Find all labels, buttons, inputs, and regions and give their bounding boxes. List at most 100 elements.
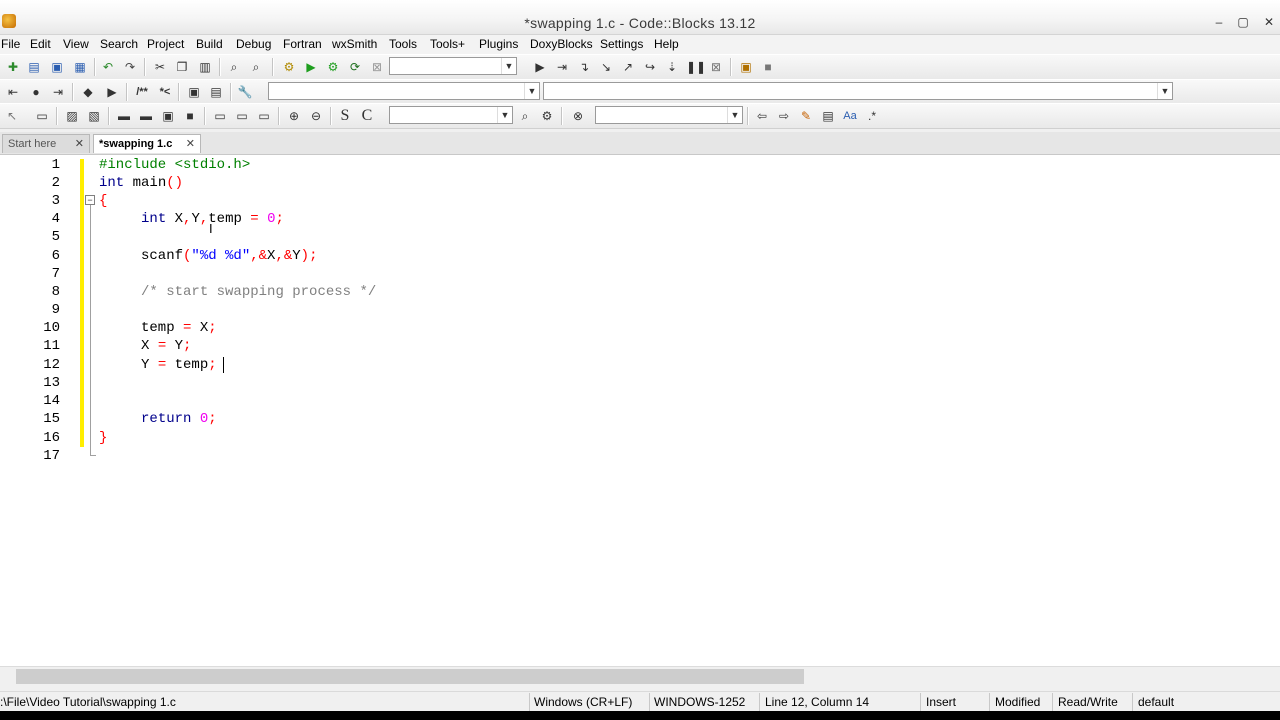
close-icon[interactable]: ✕ [75, 135, 84, 153]
debug-info-icon[interactable]: ■ [760, 59, 776, 75]
next-bookmark-icon[interactable]: ▶ [104, 84, 120, 100]
close-window-button[interactable]: ✕ [1256, 13, 1280, 31]
menu-file[interactable]: File [1, 37, 20, 51]
menu-plugins[interactable]: Plugins [479, 37, 518, 51]
horizontal-scrollbar[interactable] [0, 666, 1280, 687]
tab-swapping-c[interactable]: *swapping 1.c ✕ [93, 134, 201, 153]
s-button[interactable]: S [337, 108, 353, 124]
stop-debug-icon[interactable]: ⊠ [708, 59, 724, 75]
combo-widget-icon[interactable]: ▭ [234, 108, 250, 124]
editor-tab-bar: Start here ✕ *swapping 1.c ✕ [0, 132, 1280, 155]
static-box-icon[interactable]: ▭ [34, 108, 50, 124]
pause-icon[interactable]: ❚❚ [686, 59, 706, 75]
wrench-icon[interactable]: 🔧 [237, 84, 253, 100]
menu-project[interactable]: Project [147, 37, 184, 51]
maximize-button[interactable]: ▢ [1230, 13, 1256, 31]
menu-tools[interactable]: Tools [389, 37, 417, 51]
menu-search[interactable]: Search [100, 37, 138, 51]
button-widget-icon[interactable]: ▬ [116, 108, 132, 124]
doxy-run-icon[interactable]: ▣ [186, 84, 202, 100]
menu-edit[interactable]: Edit [30, 37, 51, 51]
menu-fortran[interactable]: Fortran [283, 37, 322, 51]
next-instruction-icon[interactable]: ↪ [642, 59, 658, 75]
access-mode: Read/Write [1058, 695, 1118, 709]
run-icon[interactable]: ▶ [303, 59, 319, 75]
toolbar-separator [204, 107, 206, 125]
minimize-button[interactable]: – [1206, 13, 1232, 31]
arrow-left-icon[interactable]: ⇦ [754, 108, 770, 124]
scrollbar-thumb[interactable] [16, 669, 804, 684]
zoom-out-icon[interactable]: ⊖ [308, 108, 324, 124]
bookmark-icon[interactable]: ● [28, 84, 44, 100]
arrow-right-icon[interactable]: ⇨ [776, 108, 792, 124]
run-to-cursor-icon[interactable]: ⇥ [554, 59, 570, 75]
dialog-widget-icon[interactable]: ■ [182, 108, 198, 124]
step-out-icon[interactable]: ↗ [620, 59, 636, 75]
menu-doxyblocks[interactable]: DoxyBlocks [530, 37, 593, 51]
zoom-in-icon[interactable]: ⊕ [286, 108, 302, 124]
abort-icon[interactable]: ⊠ [369, 59, 385, 75]
image-icon[interactable]: ▨ [64, 108, 80, 124]
regex-button[interactable]: .* [864, 108, 880, 124]
code-editor[interactable]: 1 2 3 4 5 6 7 8 9 10 11 12 13 14 15 16 1… [0, 155, 1280, 666]
incremental-search-input[interactable]: ▼ [595, 106, 743, 124]
code-line-12: Y = temp; [99, 357, 217, 373]
language-setting: default [1138, 695, 1175, 709]
menu-build[interactable]: Build [196, 37, 223, 51]
redo-icon[interactable]: ↷ [122, 59, 138, 75]
match-case-icon[interactable]: Aa [842, 108, 858, 124]
tab-start-here[interactable]: Start here ✕ [2, 134, 90, 153]
function-select[interactable]: ▼ [543, 82, 1173, 100]
paste-icon[interactable]: ▥ [197, 59, 213, 75]
panel-widget-icon[interactable]: ▬ [138, 108, 154, 124]
highlight-icon[interactable]: ✎ [798, 108, 814, 124]
prev-bookmark-icon[interactable]: ◆ [80, 84, 96, 100]
save-all-icon[interactable]: ▦ [72, 59, 88, 75]
symbol-select[interactable]: ▼ [389, 106, 513, 124]
cut-icon[interactable]: ✂ [152, 59, 168, 75]
debug-windows-icon[interactable]: ▣ [738, 59, 754, 75]
jump-back-icon[interactable]: ⇤ [5, 84, 21, 100]
step-into-icon[interactable]: ↘ [598, 59, 614, 75]
search-symbol-icon[interactable]: ⌕ [517, 108, 533, 124]
clear-icon[interactable]: ⊗ [570, 108, 586, 124]
choice-widget-icon[interactable]: ▭ [256, 108, 272, 124]
build-target-select[interactable]: ▼ [389, 57, 517, 75]
doxy-comment-block-button[interactable]: /** [131, 84, 153, 100]
doxy-config-icon[interactable]: ▤ [208, 84, 224, 100]
selected-text-icon[interactable]: ▤ [820, 108, 836, 124]
close-icon[interactable]: ✕ [186, 135, 195, 153]
menu-tools-plus[interactable]: Tools+ [430, 37, 465, 51]
menu-settings[interactable]: Settings [600, 37, 643, 51]
build-gear-icon[interactable]: ⚙ [281, 59, 297, 75]
c-button[interactable]: C [359, 108, 375, 124]
code-line-15: return 0; [141, 411, 217, 427]
menu-help[interactable]: Help [654, 37, 679, 51]
save-icon[interactable]: ▣ [49, 59, 65, 75]
code-line-2: int main() [99, 175, 184, 191]
build-and-run-icon[interactable]: ⚙ [325, 59, 341, 75]
scope-select[interactable]: ▼ [268, 82, 540, 100]
menu-wxsmith[interactable]: wxSmith [332, 37, 377, 51]
doxy-comment-line-button[interactable]: *< [156, 84, 174, 100]
frame-widget-icon[interactable]: ▣ [160, 108, 176, 124]
pointer-icon[interactable]: ↖ [4, 108, 20, 124]
fold-collapse-icon[interactable]: − [85, 195, 95, 205]
find-icon[interactable]: ⌕ [226, 59, 242, 75]
settings-icon[interactable]: ⚙ [539, 108, 555, 124]
line-number: 6 [51, 248, 60, 264]
open-file-icon[interactable]: ▤ [26, 59, 42, 75]
next-line-icon[interactable]: ↴ [576, 59, 592, 75]
debug-start-icon[interactable]: ▶ [532, 59, 548, 75]
copy-icon[interactable]: ❐ [174, 59, 190, 75]
rebuild-icon[interactable]: ⟳ [347, 59, 363, 75]
text-label-icon[interactable]: ▧ [86, 108, 102, 124]
replace-icon[interactable]: ⌕ [248, 59, 264, 75]
jump-forward-icon[interactable]: ⇥ [50, 84, 66, 100]
textctrl-icon[interactable]: ▭ [212, 108, 228, 124]
step-instruction-icon[interactable]: ⇣ [664, 59, 680, 75]
undo-icon[interactable]: ↶ [100, 59, 116, 75]
menu-debug[interactable]: Debug [236, 37, 271, 51]
new-file-icon[interactable]: ✚ [5, 59, 21, 75]
menu-view[interactable]: View [63, 37, 89, 51]
